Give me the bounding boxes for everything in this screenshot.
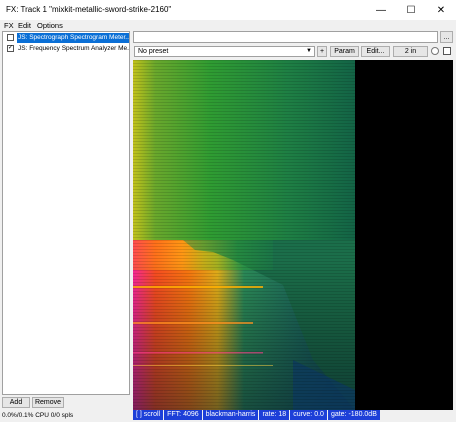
fft-size[interactable]: FFT: 4096	[164, 410, 202, 420]
title-bar: FX: Track 1 "mixkit-metallic-sword-strik…	[0, 0, 456, 20]
menu-options[interactable]: Options	[37, 21, 63, 30]
scroll-toggle[interactable]: [ ] scroll	[133, 410, 164, 420]
io-routing-button[interactable]: 2 in	[393, 46, 428, 57]
minimize-button[interactable]: —	[366, 0, 396, 20]
fx-item-label: JS: Spectrograph Spectrogram Meter...	[17, 33, 129, 43]
param-button[interactable]: Param	[330, 46, 359, 57]
remove-fx-button[interactable]: Remove	[32, 397, 64, 408]
window-title: FX: Track 1 "mixkit-metallic-sword-strik…	[6, 5, 172, 14]
menu-fx[interactable]: FX	[4, 21, 14, 30]
add-fx-button[interactable]: Add	[2, 397, 30, 408]
fx-item-label: JS: Frequency Spectrum Analyzer Me...	[18, 45, 129, 52]
bypass-checkbox[interactable]	[443, 47, 451, 55]
menu-bar: FX Edit Options	[0, 20, 456, 31]
fx-enable-checkbox[interactable]: ✓	[7, 45, 14, 52]
fx-item-frequency-analyzer[interactable]: ✓ JS: Frequency Spectrum Analyzer Me...	[5, 44, 129, 54]
gate-value[interactable]: gate: -180.0dB	[327, 410, 380, 420]
curve-value[interactable]: curve: 0.0	[290, 410, 327, 420]
edit-button[interactable]: Edit...	[361, 46, 390, 57]
wet-knob-icon[interactable]	[431, 47, 439, 55]
chevron-down-icon: ▼	[306, 48, 312, 54]
menu-edit[interactable]: Edit	[18, 21, 31, 30]
close-button[interactable]: ✕	[426, 0, 456, 20]
add-preset-button[interactable]: +	[317, 46, 327, 57]
rate-value[interactable]: rate: 18	[259, 410, 290, 420]
spectrogram-display	[133, 60, 453, 410]
fx-chain-list[interactable]: JS: Spectrograph Spectrogram Meter... ✓ …	[2, 31, 130, 395]
window-function[interactable]: blackman-harris	[202, 410, 259, 420]
spectrogram-status-bar: [ ] scroll FFT: 4096 blackman-harris rat…	[133, 410, 453, 420]
fx-enable-checkbox[interactable]	[7, 34, 14, 41]
preset-select[interactable]: No preset ▼	[134, 46, 315, 57]
browse-button[interactable]: ...	[440, 31, 453, 43]
cpu-status: 0.0%/0.1% CPU 0/0 spls	[2, 412, 74, 419]
maximize-button[interactable]: ☐	[396, 0, 426, 20]
spectrogram-image	[133, 60, 453, 410]
fx-name-field[interactable]	[133, 31, 438, 43]
fx-item-spectrograph[interactable]: JS: Spectrograph Spectrogram Meter...	[5, 33, 129, 43]
preset-value: No preset	[138, 48, 169, 55]
